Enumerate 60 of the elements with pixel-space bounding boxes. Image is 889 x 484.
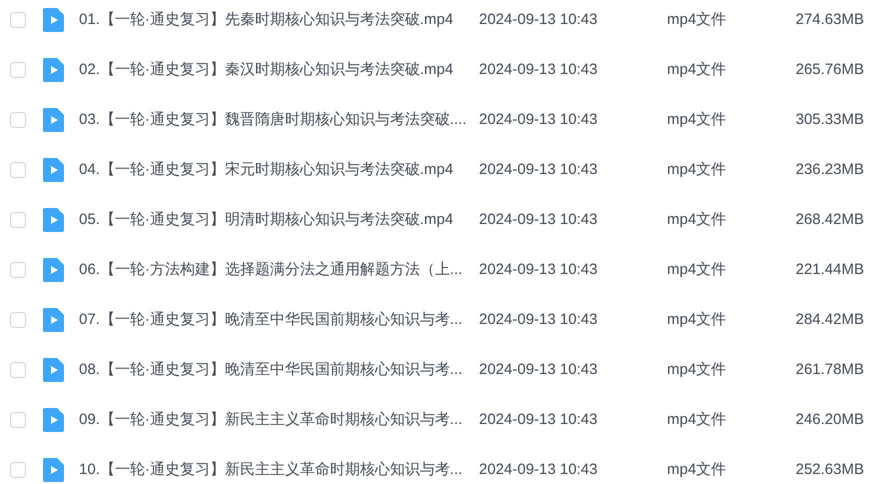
file-type: mp4文件 [667, 460, 728, 480]
file-name: 02.【一轮·通史复习】秦汉时期核心知识与考法突破.mp4 [79, 60, 454, 80]
video-file-icon [43, 258, 64, 282]
file-name: 10.【一轮·通史复习】新民主主义革命时期核心知识与考... [79, 460, 464, 480]
checkbox[interactable] [10, 412, 26, 428]
file-size: 265.76MB [794, 60, 864, 80]
checkbox[interactable] [10, 162, 26, 178]
file-type: mp4文件 [667, 10, 728, 30]
file-size: 268.42MB [794, 210, 864, 230]
file-size: 252.63MB [794, 460, 864, 480]
file-name: 03.【一轮·通史复习】魏晋隋唐时期核心知识与考法突破.... [79, 110, 468, 130]
file-type: mp4文件 [667, 360, 728, 380]
file-name: 07.【一轮·通史复习】晚清至中华民国前期核心知识与考... [79, 310, 464, 330]
video-file-icon [43, 358, 64, 382]
checkbox[interactable] [10, 12, 26, 28]
file-name: 05.【一轮·通史复习】明清时期核心知识与考法突破.mp4 [79, 210, 454, 230]
modified-date: 2024-09-13 10:43 [479, 260, 598, 280]
modified-date: 2024-09-13 10:43 [479, 10, 598, 30]
modified-date: 2024-09-13 10:43 [479, 160, 598, 180]
video-file-icon [43, 58, 64, 82]
file-size: 261.78MB [794, 360, 864, 380]
file-type: mp4文件 [667, 160, 728, 180]
file-name: 04.【一轮·通史复习】宋元时期核心知识与考法突破.mp4 [79, 160, 454, 180]
file-size: 305.33MB [794, 110, 864, 130]
modified-date: 2024-09-13 10:43 [479, 310, 598, 330]
file-name: 08.【一轮·通史复习】晚清至中华民国前期核心知识与考... [79, 360, 464, 380]
file-size: 284.42MB [794, 310, 864, 330]
file-size: 274.63MB [794, 10, 864, 30]
video-file-icon [43, 158, 64, 182]
video-file-icon [43, 8, 64, 32]
checkbox[interactable] [10, 362, 26, 378]
file-type: mp4文件 [667, 110, 728, 130]
checkbox[interactable] [10, 462, 26, 478]
modified-date: 2024-09-13 10:43 [479, 110, 598, 130]
file-name: 09.【一轮·通史复习】新民主主义革命时期核心知识与考... [79, 410, 464, 430]
video-file-icon [43, 458, 64, 482]
checkbox[interactable] [10, 212, 26, 228]
file-type: mp4文件 [667, 310, 728, 330]
video-file-icon [43, 208, 64, 232]
modified-date: 2024-09-13 10:43 [479, 210, 598, 230]
video-file-icon [43, 108, 64, 132]
checkbox[interactable] [10, 62, 26, 78]
file-type: mp4文件 [667, 410, 728, 430]
file-size: 236.23MB [794, 160, 864, 180]
file-size: 221.44MB [794, 260, 864, 280]
file-type: mp4文件 [667, 210, 728, 230]
modified-date: 2024-09-13 10:43 [479, 460, 598, 480]
modified-date: 2024-09-13 10:43 [479, 410, 598, 430]
modified-date: 2024-09-13 10:43 [479, 360, 598, 380]
file-type: mp4文件 [667, 260, 728, 280]
file-name: 01.【一轮·通史复习】先秦时期核心知识与考法突破.mp4 [79, 10, 454, 30]
file-type: mp4文件 [667, 60, 728, 80]
checkbox[interactable] [10, 262, 26, 278]
checkbox[interactable] [10, 312, 26, 328]
checkbox[interactable] [10, 112, 26, 128]
video-file-icon [43, 308, 64, 332]
file-name: 06.【一轮·方法构建】选择题满分法之通用解题方法（上... [79, 260, 464, 280]
video-file-icon [43, 408, 64, 432]
modified-date: 2024-09-13 10:43 [479, 60, 598, 80]
file-size: 246.20MB [794, 410, 864, 430]
